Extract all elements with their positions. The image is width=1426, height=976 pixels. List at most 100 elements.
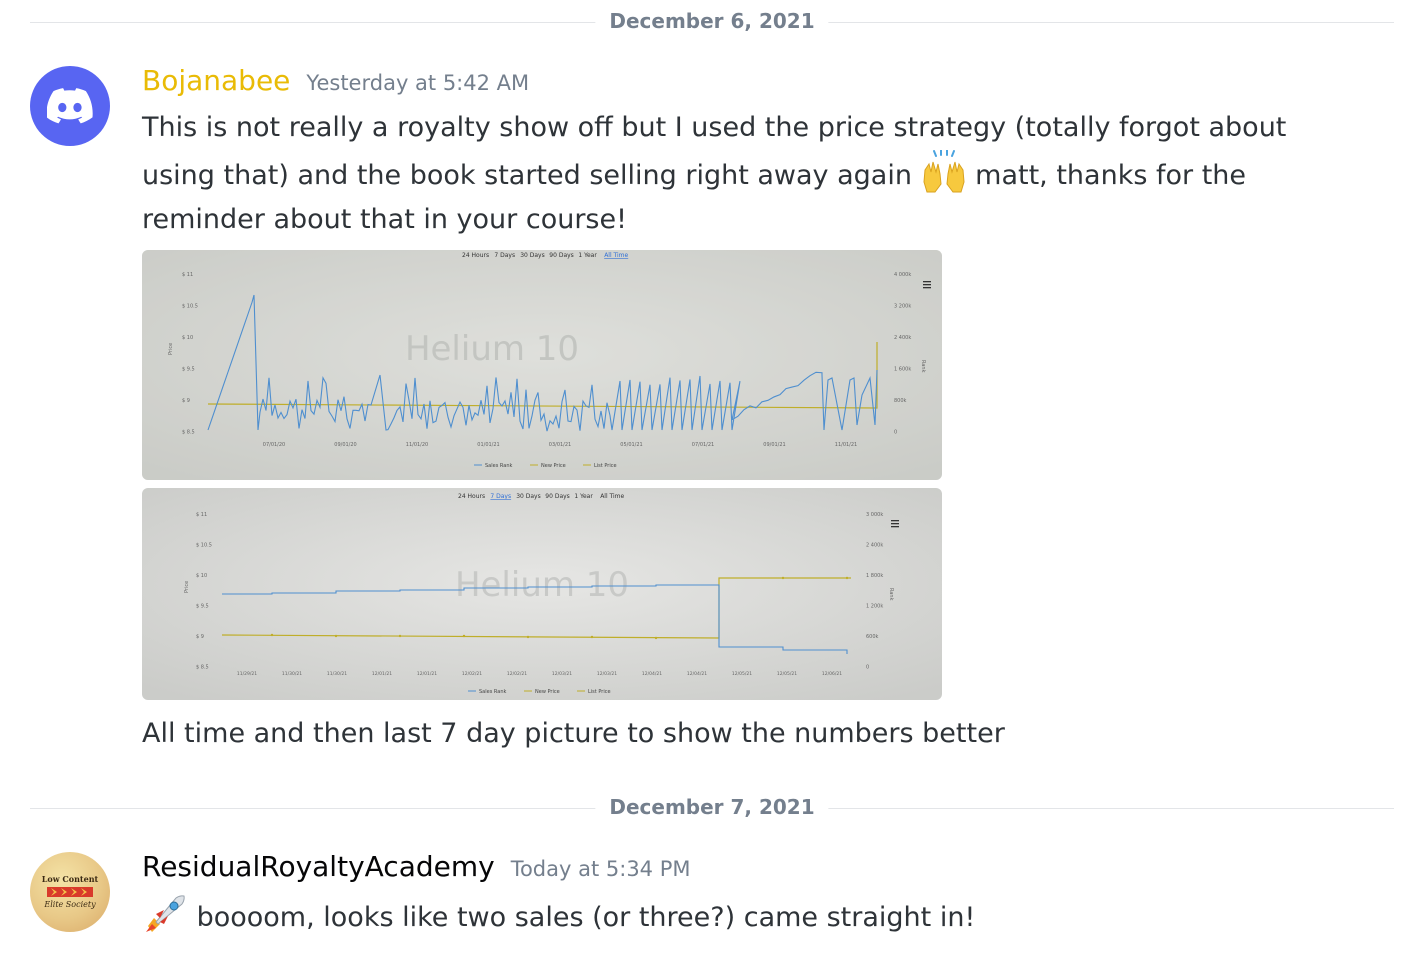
chart-range-tab[interactable]: All Time (600, 493, 624, 500)
y-tick-label-right: 600k (866, 634, 879, 640)
message-text: boooom, looks like two sales (or three?)… (196, 902, 976, 933)
avatar[interactable] (30, 66, 110, 146)
y-tick-label-right: 1 600k (894, 367, 911, 373)
chart-range-tab[interactable]: 7 Days (490, 493, 511, 500)
y-tick-label-right: 3 000k (866, 512, 883, 518)
y-tick-label: $ 10.5 (182, 304, 198, 310)
timestamp[interactable]: Today at 5:34 PM (511, 857, 691, 881)
y-axis-label: Price (184, 581, 190, 593)
x-tick-label: 09/01/20 (334, 442, 356, 448)
x-tick-label: 12/03/21 (597, 671, 617, 677)
message-header: ResidualRoyaltyAcademy Today at 5:34 PM (142, 850, 691, 883)
chart-range-tab[interactable]: 24 Hours (458, 493, 485, 500)
y-tick-label-right: 3 200k (894, 304, 911, 310)
y-axis-label-right: Rank (888, 588, 894, 601)
raising-hands-emoji-icon (921, 149, 967, 194)
x-tick-label: 12/06/21 (822, 671, 842, 677)
timestamp[interactable]: Yesterday at 5:42 AM (306, 71, 529, 95)
x-tick-label: 12/01/21 (417, 671, 437, 677)
chart-range-tab[interactable]: 1 Year (578, 252, 597, 259)
legend-item[interactable]: New Price (541, 463, 566, 469)
y-tick-label: $ 9.5 (196, 604, 209, 610)
date-divider: December 7, 2021 (30, 795, 1394, 819)
x-tick-label: 09/01/21 (763, 442, 785, 448)
chart-range-tab[interactable]: 90 Days (549, 252, 574, 259)
y-tick-label: $ 9 (182, 398, 190, 404)
y-tick-label-right: 2 400k (866, 543, 883, 549)
message-content: This is not really a royalty show off bu… (142, 106, 1292, 242)
avatar-text: Low Content (41, 874, 99, 884)
y-tick-label-right: 4 000k (894, 272, 911, 278)
x-tick-label: 12/05/21 (732, 671, 752, 677)
y-tick-label: $ 11 (196, 512, 207, 518)
y-tick-label: $ 10 (182, 335, 193, 341)
image-attachment[interactable]: 24 Hours 7 Days 30 Days 90 Days 1 Year All Ti… (142, 250, 942, 480)
date-divider: December 6, 2021 (30, 9, 1394, 33)
y-axis-label-right: Rank (920, 360, 926, 373)
x-tick-label: 05/01/21 (620, 442, 642, 448)
y-tick-label-right: 1 800k (866, 573, 883, 579)
x-tick-label: 12/03/21 (552, 671, 572, 677)
chart-range-tab[interactable]: 90 Days (545, 493, 570, 500)
y-tick-label-right: 1 200k (866, 604, 883, 610)
y-tick-label: $ 10.5 (196, 543, 212, 549)
x-tick-label: 11/01/20 (406, 442, 428, 448)
message-text: matt, thanks for the (975, 160, 1246, 191)
y-tick-label-right: 2 400k (894, 335, 911, 341)
legend-item[interactable]: List Price (594, 463, 617, 469)
x-tick-label: 07/01/20 (263, 442, 285, 448)
y-tick-label: $ 10 (196, 573, 207, 579)
message-header: Bojanabee Yesterday at 5:42 AM (142, 64, 529, 97)
y-axis-label: Price (168, 343, 174, 355)
date-divider-label: December 6, 2021 (595, 9, 829, 33)
message-caption: All time and then last 7 day picture to … (142, 718, 1005, 749)
x-tick-label: 11/30/21 (327, 671, 347, 677)
x-tick-label: 12/04/21 (642, 671, 662, 677)
chart-range-tab[interactable]: All Time (604, 252, 628, 259)
chart-range-tab[interactable]: 30 Days (516, 493, 541, 500)
username[interactable]: ResidualRoyaltyAcademy (142, 850, 495, 883)
y-tick-label-right: 0 (894, 430, 897, 436)
legend-item[interactable]: New Price (535, 689, 560, 695)
legend-item[interactable]: List Price (588, 689, 611, 695)
x-tick-label: 11/01/21 (835, 442, 857, 448)
x-tick-label: 12/02/21 (462, 671, 482, 677)
chart-range-tab[interactable]: 1 Year (574, 493, 593, 500)
message-line: This is not really a royalty show off bu… (142, 112, 1287, 143)
message-line: reminder about that in your course! (142, 204, 627, 235)
chart-range-tab[interactable]: 30 Days (520, 252, 545, 259)
watermark-text: Helium 10 (405, 329, 579, 369)
watermark-text: Helium 10 (455, 565, 629, 605)
menu-icon (891, 520, 899, 528)
legend-item[interactable]: Sales Rank (479, 689, 506, 695)
y-tick-label: $ 11 (182, 272, 193, 278)
x-tick-label: 11/30/21 (282, 671, 302, 677)
chevrons-icon (47, 887, 93, 897)
message-line: using that) and the book started selling… (142, 149, 1292, 198)
x-tick-label: 07/01/21 (692, 442, 714, 448)
menu-icon (923, 281, 931, 289)
rocket-emoji-icon (142, 892, 188, 936)
x-tick-label: 11/29/21 (237, 671, 257, 677)
x-tick-label: 12/02/21 (507, 671, 527, 677)
message-text: using that) and the book started selling… (142, 160, 912, 191)
x-tick-label: 12/05/21 (777, 671, 797, 677)
username[interactable]: Bojanabee (142, 64, 290, 97)
y-tick-label: $ 9 (196, 634, 204, 640)
chart-range-tab[interactable]: 24 Hours (462, 252, 489, 259)
y-tick-label: $ 8.5 (182, 430, 195, 436)
message-content: boooom, looks like two sales (or three?)… (142, 892, 1292, 940)
avatar-text: Elite Society (44, 900, 96, 909)
x-tick-label: 01/01/21 (477, 442, 499, 448)
avatar[interactable]: Low Content Elite Society (30, 852, 110, 932)
x-tick-label: 12/04/21 (687, 671, 707, 677)
y-tick-label: $ 8.5 (196, 665, 209, 671)
y-tick-label-right: 800k (894, 398, 907, 404)
discord-logo-icon (47, 88, 93, 124)
legend-item[interactable]: Sales Rank (485, 463, 512, 469)
y-tick-label-right: 0 (866, 665, 869, 671)
chart-range-tab[interactable]: 7 Days (494, 252, 515, 259)
y-tick-label: $ 9.5 (182, 367, 195, 373)
image-attachment[interactable]: 24 Hours 7 Days 30 Days 90 Days 1 Year All Ti… (142, 488, 942, 700)
x-tick-label: 03/01/21 (549, 442, 571, 448)
